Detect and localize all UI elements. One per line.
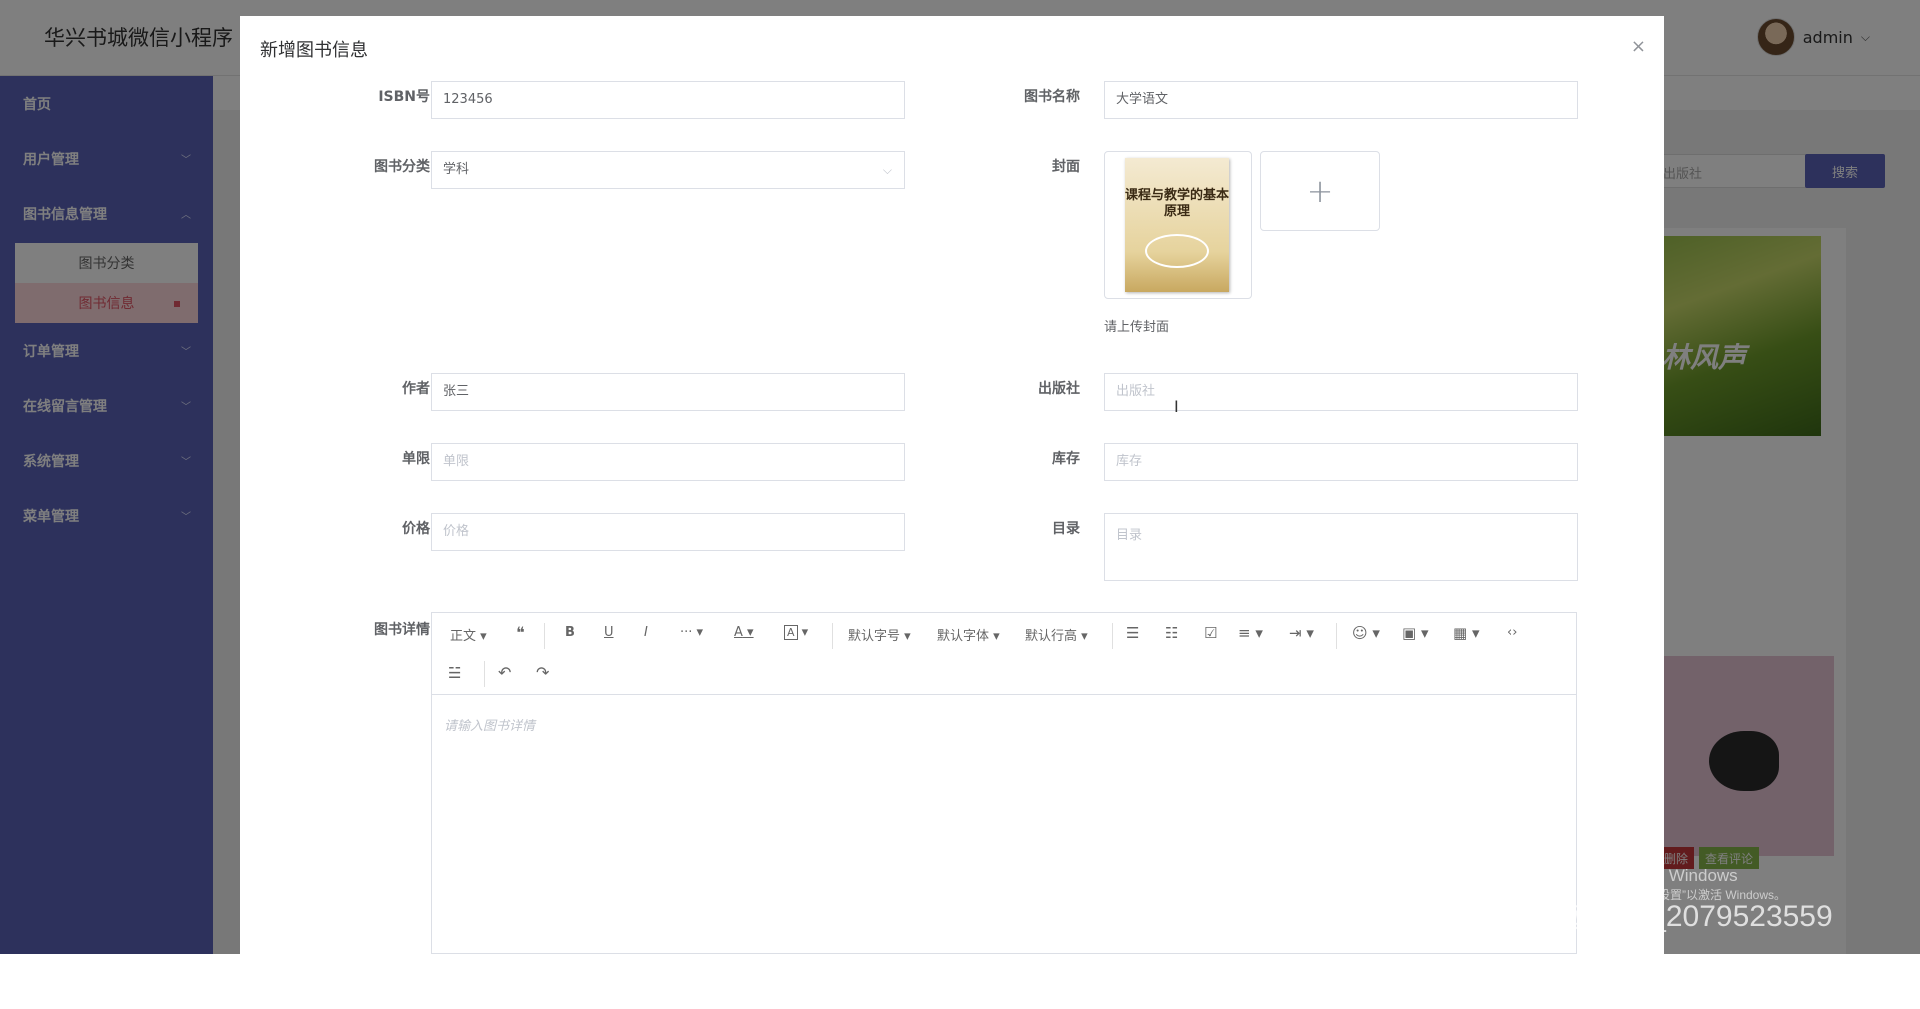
app: 华兴书城微信小程序 admin ⌵ 首页 用户管理﹀ 图书信息管理︿ 图书分类 … (0, 0, 1920, 1009)
background-color-icon[interactable]: A ▾ (784, 625, 808, 640)
todo-list-icon[interactable]: ☑ (1204, 624, 1217, 642)
isbn-input[interactable]: 123456 (431, 81, 905, 119)
category-label: 图书分类 (374, 159, 430, 175)
font-family-dropdown[interactable]: 默认字体 ▾ (937, 625, 1000, 644)
editor-placeholder[interactable]: 请输入图书详情 (444, 715, 535, 734)
catalog-label: 目录 (1052, 521, 1080, 537)
price-label: 价格 (402, 521, 430, 537)
detail-label: 图书详情 (374, 622, 430, 638)
editor-toolbar: 正文 ▾ ❝ B U I ··· ▾ A ▾ A ▾ 默认字号 ▾ 默认字体 ▾… (432, 613, 1576, 695)
add-book-dialog: 新增图书信息 × ISBN号 123456 图书名称 大学语文 图书分类 学科 ⌵… (240, 16, 1664, 954)
text-cursor-icon: I (1174, 397, 1179, 416)
bullet-list-icon[interactable]: ☰ (1126, 624, 1139, 642)
table-icon[interactable]: ▦ ▾ (1453, 624, 1479, 642)
code-icon[interactable]: ‹› (1507, 625, 1517, 640)
csdn-watermark: CSDN @QQ__2079523559 (1462, 900, 1833, 933)
activate-windows-watermark: 激活 Windows (1630, 866, 1738, 885)
upload-plus-button[interactable]: + (1260, 151, 1380, 231)
author-label: 作者 (402, 381, 430, 397)
quote-icon[interactable]: ❝ (516, 623, 525, 642)
chevron-down-icon: ⌵ (882, 163, 892, 177)
limit-label: 单限 (402, 451, 430, 467)
book-name-input[interactable]: 大学语文 (1104, 81, 1578, 119)
cover-label: 封面 (1052, 159, 1080, 175)
close-icon[interactable]: × (1631, 36, 1646, 57)
stock-label: 库存 (1052, 451, 1080, 467)
stock-input[interactable]: 库存 (1104, 443, 1578, 481)
isbn-label: ISBN号 (378, 89, 430, 105)
cover-thumbnail[interactable]: 课程与教学的基本原理 (1104, 151, 1252, 299)
indent-icon[interactable]: ⇥ ▾ (1289, 624, 1314, 642)
undo-icon[interactable]: ↶ (498, 663, 511, 682)
image-icon[interactable]: ▣ ▾ (1402, 624, 1428, 642)
font-color-icon[interactable]: A ▾ (734, 625, 754, 640)
numbered-list-icon[interactable]: ☷ (1165, 624, 1178, 642)
publisher-label: 出版社 (1038, 381, 1080, 397)
underline-icon[interactable]: U (604, 625, 614, 640)
paragraph-dropdown[interactable]: 正文 ▾ (450, 625, 487, 644)
align-icon[interactable]: ≡ ▾ (1238, 624, 1263, 642)
limit-input[interactable]: 单限 (431, 443, 905, 481)
category-select[interactable]: 学科 ⌵ (431, 151, 905, 189)
redo-icon[interactable]: ↷ (536, 663, 549, 682)
book-name-label: 图书名称 (1024, 89, 1080, 105)
price-input[interactable]: 价格 (431, 513, 905, 551)
rich-text-editor: 正文 ▾ ❝ B U I ··· ▾ A ▾ A ▾ 默认字号 ▾ 默认字体 ▾… (431, 612, 1577, 954)
cover-hint: 请上传封面 (1104, 320, 1170, 335)
bold-icon[interactable]: B (565, 625, 575, 640)
book-cover-image: 课程与教学的基本原理 (1125, 158, 1229, 292)
divider-icon[interactable]: ☱ (448, 664, 461, 682)
author-input[interactable]: 张三 (431, 373, 905, 411)
dialog-title: 新增图书信息 (260, 40, 368, 61)
emoji-icon[interactable]: ☺ ▾ (1352, 624, 1380, 642)
line-height-dropdown[interactable]: 默认行高 ▾ (1025, 625, 1088, 644)
catalog-textarea[interactable]: 目录 (1104, 513, 1578, 581)
italic-icon[interactable]: I (644, 625, 648, 640)
more-icon[interactable]: ··· ▾ (680, 625, 703, 640)
font-size-dropdown[interactable]: 默认字号 ▾ (848, 625, 911, 644)
